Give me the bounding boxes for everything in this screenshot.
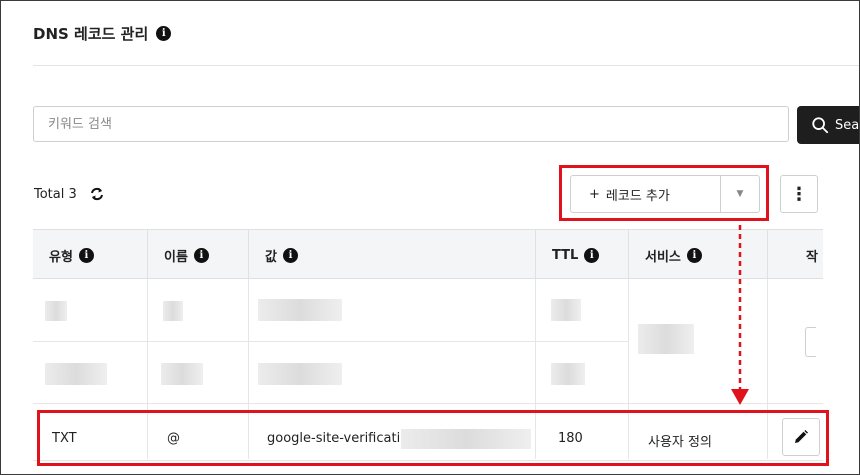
info-icon[interactable]: i [193,247,209,263]
info-icon[interactable]: i [282,247,298,263]
screen-frame: DNS 레코드 관리 i Sea Total 3 + 레코드 추가 ▼ ⋮ 유형 [0,0,860,475]
table-row [45,363,107,385]
more-options-button[interactable]: ⋮ [780,175,818,213]
page-title-text: DNS 레코드 관리 [33,25,149,43]
column-header-value: 값 i [248,230,535,280]
table-row [638,324,694,354]
info-icon[interactable]: i [78,247,94,263]
info-icon[interactable]: i [686,247,702,263]
column-header-type: 유형 i [33,230,147,280]
table-header: 유형 i 이름 i 값 i TTL i 서비스 i 작 [33,229,823,280]
search-button-label: Sea [835,117,860,133]
info-icon[interactable]: i [156,26,172,41]
title-divider [33,65,859,66]
highlight-box-txt-row [37,410,829,466]
annotation-arrow [731,225,749,405]
row-divider [33,341,628,342]
search-icon [812,117,829,134]
table-row [45,301,67,321]
action-button-partial[interactable] [805,327,816,357]
column-header-name: 이름 i [147,230,248,280]
table-row [258,363,342,385]
total-count-label: Total 3 [34,186,77,202]
page-title: DNS 레코드 관리 i [33,23,172,44]
refresh-icon[interactable] [89,186,105,202]
highlight-box-add-record [559,165,769,221]
column-header-actions: 작 [767,230,823,280]
keyword-search-input[interactable] [33,106,789,142]
table-row [551,363,585,385]
row-divider [33,403,823,404]
total-count: Total 3 [34,186,105,202]
table-row [258,299,342,321]
table-row [161,363,203,385]
search-button[interactable]: Sea [797,106,860,144]
table-row [163,301,183,321]
column-header-ttl: TTL i [535,230,628,280]
info-icon[interactable]: i [584,247,600,263]
table-row [551,299,581,321]
